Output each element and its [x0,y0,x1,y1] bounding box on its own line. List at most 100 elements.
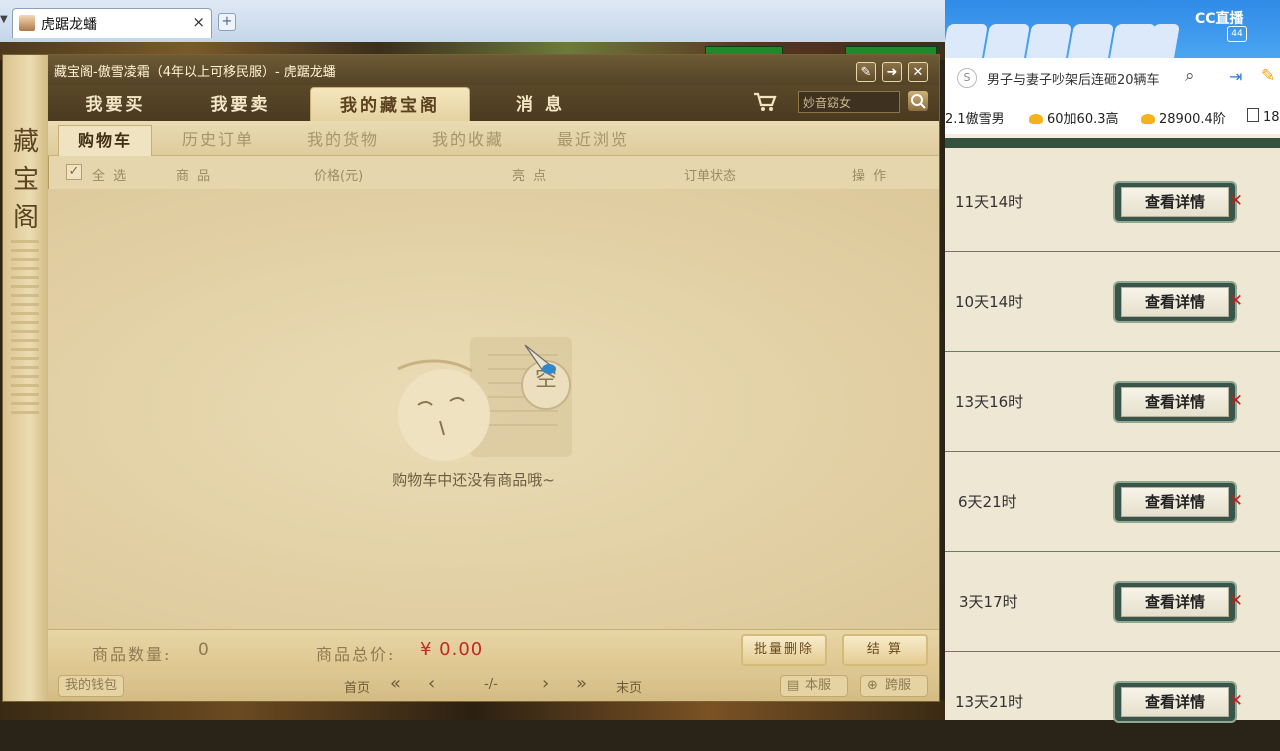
header-decoration [945,24,988,58]
cc-logo[interactable]: CC直播 [1195,8,1244,28]
exit-icon[interactable]: ➜ [882,62,902,82]
main-nav: 我要买 我要卖 我的藏宝阁 消 息 妙音窈女 [48,85,939,122]
hot-item-label: 18 [1263,110,1280,125]
total-price-value: ¥ 0.00 [420,639,484,660]
header-decoration [1148,24,1180,58]
close-icon[interactable]: ✕ [1229,291,1243,311]
hot-item[interactable]: 2.1傲雪男 [945,108,1005,127]
sidebar-title-char-3: 阁 [12,203,39,233]
this-server-button[interactable]: ▤ 本服 [780,675,848,697]
view-details-button[interactable]: 查看详情 ✕ [1113,381,1243,423]
prev-page-icon[interactable]: ‹ [428,673,435,694]
dialog-titlebar[interactable]: 藏宝阁-傲雪凌霜（4年以上可移民服）- 虎踞龙蟠 ✎ ➜ ✕ [48,55,939,85]
batch-delete-button[interactable]: 批量删除 [741,634,827,666]
new-tab-button[interactable]: + [218,13,236,31]
cc-header: CC直播 44 [945,0,1280,58]
dialog-sidebar: 藏 宝 阁 [3,55,49,701]
search-engine-icon: S [957,68,977,88]
remaining-time: 3天17时 [959,593,1018,611]
next-page-icon[interactable]: › [542,673,549,694]
tool-icon[interactable]: ✎ [1261,66,1275,86]
list-item: 6天21时 查看详情 ✕ [945,451,1280,552]
sidebar-decoration [11,240,39,420]
cross-server-button[interactable]: ⊕ 跨服 [860,675,928,697]
sidebar-title-char-1: 藏 [12,127,39,157]
close-icon[interactable]: ✕ [1229,691,1243,711]
cross-server-label: 跨服 [885,678,912,693]
subtab-order-history[interactable]: 历史订单 [168,125,268,155]
col-highlights: 亮 点 [512,169,549,184]
list-item: 13天21时 查看详情 ✕ [945,651,1280,751]
close-icon[interactable]: ✕ [1229,191,1243,211]
hot-item[interactable]: 18 [1247,108,1280,125]
notification-badge[interactable]: 44 [1227,26,1247,42]
view-details-button[interactable]: 查看详情 ✕ [1113,281,1243,323]
hot-search-query[interactable]: 男子与妻子吵架后连砸20辆车 [987,69,1160,88]
hot-item[interactable]: 60加60.3高 [1029,108,1119,127]
tab-sell[interactable]: 我要卖 [183,87,298,121]
dialog-title: 藏宝阁-傲雪凌霜（4年以上可移民服）- 虎踞龙蟠 [54,65,336,80]
header-decoration [1026,24,1072,58]
tab-scroll-left-icon[interactable]: ▼ [0,14,8,25]
sidebar-title-char-2: 宝 [12,165,39,195]
tab-my-pavilion[interactable]: 我的藏宝阁 [310,87,470,122]
tab-close-icon[interactable]: × [192,13,205,31]
view-details-button[interactable]: 查看详情 ✕ [1113,581,1243,623]
list-item: 11天14时 查看详情 ✕ [945,151,1280,252]
first-page-icon[interactable]: « [390,673,401,694]
treasure-pavilion-dialog: 藏 宝 阁 藏宝阁-傲雪凌霜（4年以上可移民服）- 虎踞龙蟠 ✎ ➜ ✕ 我要买… [2,54,940,702]
last-page-link[interactable]: 末页 [616,677,642,696]
subtab-recent[interactable]: 最近浏览 [543,125,643,155]
col-select-all[interactable]: 全 选 [92,165,128,184]
tab-messages[interactable]: 消 息 [483,87,598,121]
list-icon: ▤ [787,678,800,693]
cart-icon[interactable] [753,91,777,113]
search-input[interactable]: 妙音窈女 [798,91,900,113]
view-details-button[interactable]: 查看详情 ✕ [1113,681,1243,723]
select-all-checkbox[interactable]: ✓ [66,164,82,180]
search-icon[interactable]: ⌕ [1185,66,1195,86]
item-count-label: 商品数量: [92,645,172,664]
globe-icon: ⊕ [867,678,878,693]
close-icon[interactable]: ✕ [1229,391,1243,411]
edit-icon[interactable]: ✎ [856,62,876,82]
list-item: 3天17时 查看详情 ✕ [945,551,1280,652]
view-details-label: 查看详情 [1121,287,1229,317]
close-icon[interactable]: ✕ [1229,491,1243,511]
view-details-button[interactable]: 查看详情 ✕ [1113,481,1243,523]
total-price-label: 商品总价: [316,645,396,664]
cart-footer: 商品数量: 0 商品总价: ¥ 0.00 批量删除 结 算 [48,629,939,672]
view-details-label: 查看详情 [1121,587,1229,617]
subtab-favorites[interactable]: 我的收藏 [418,125,518,155]
last-page-icon[interactable]: » [576,673,587,694]
subtab-cart[interactable]: 购物车 [58,125,152,156]
col-product: 商 品 [176,169,213,184]
view-details-button[interactable]: 查看详情 ✕ [1113,181,1243,223]
tab-buy[interactable]: 我要买 [58,87,173,121]
hot-icon [1029,114,1043,124]
hot-search-bar[interactable]: S 男子与妻子吵架后连砸20辆车 ⌕ ⇥ ✎ [945,58,1280,99]
my-wallet-button[interactable]: 我的钱包 [58,675,125,697]
close-icon[interactable]: ✕ [1229,591,1243,611]
browser-tab[interactable]: 虎踞龙蟠 × [12,8,212,38]
page-indicator: -/- [484,677,498,692]
item-count-value: 0 [198,640,209,660]
subtab-my-goods[interactable]: 我的货物 [293,125,393,155]
remaining-time: 11天14时 [955,193,1024,211]
remaining-time: 13天16时 [955,393,1024,411]
close-icon[interactable]: ✕ [908,62,928,82]
first-page-link[interactable]: 首页 [344,677,370,696]
game-scene-bottom [0,700,945,720]
list-item: 13天16时 查看详情 ✕ [945,351,1280,452]
header-decoration [1068,24,1114,58]
empty-cart-message: 购物车中还没有商品哦~ [392,471,555,489]
login-icon[interactable]: ⇥ [1229,67,1242,86]
tab-favicon [19,15,35,31]
checkout-button[interactable]: 结 算 [842,634,928,666]
remaining-time: 13天21时 [955,693,1024,711]
hot-item[interactable]: 28900.4阶 [1141,108,1226,127]
hot-items-bar: 2.1傲雪男 60加60.3高 28900.4阶 18 [945,98,1280,134]
cart-content: 空 购物车中还没有商品哦~ [48,189,939,629]
browser-tab-bar: ▼ 虎踞龙蟠 × + [0,0,945,43]
search-icon[interactable] [908,91,928,111]
